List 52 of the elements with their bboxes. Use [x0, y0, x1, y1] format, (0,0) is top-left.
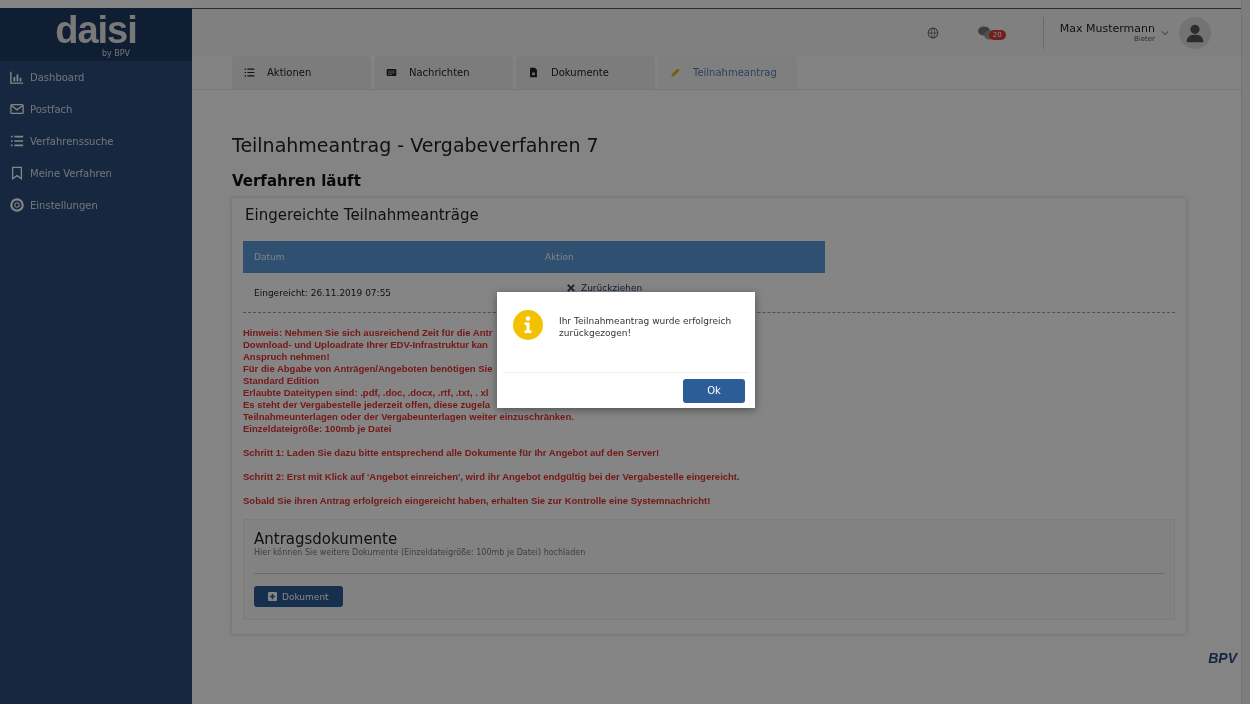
list-icon	[244, 67, 255, 78]
bookmark-icon	[10, 166, 24, 180]
notice-text: Erlaubte Dateitypen sind: .pdf, .doc, .docx, .rtf, .txt, . xl	[243, 387, 489, 399]
user-name[interactable]: Max Mustermann	[1059, 22, 1155, 35]
tab[interactable]: Aktionen	[232, 56, 371, 89]
logo-subtitle: by BPV	[101, 49, 131, 58]
notice-text: Anspruch nehmen!	[243, 351, 330, 363]
sidebar-item[interactable]: Dashboard	[0, 61, 192, 93]
caret-icon[interactable]	[1161, 29, 1169, 36]
withdraw-link[interactable]: Zurückziehen	[567, 283, 643, 293]
notice-text: Teilnahmeunterlagen oder der Vergabeunterlagen weiter einzuschränken.	[243, 411, 574, 423]
logo: daisi	[55, 11, 137, 49]
notice-text: Standard Edition	[243, 375, 319, 387]
avatar[interactable]	[1179, 16, 1211, 49]
lifebuoy-icon	[10, 198, 24, 212]
list-icon	[10, 134, 24, 148]
column-header: Datum	[253, 252, 286, 262]
notice-text: Schritt 2: Erst mit Klick auf 'Angebot einreichen', wird ihr Angebot endgültig bei der Vergabestelle eingereicht.	[243, 471, 741, 483]
tab[interactable]: Teilnahmeantrag	[658, 56, 797, 89]
notice-text: Einzeldateigröße: 100mb je Datei	[243, 423, 392, 435]
sidebar-item[interactable]: Postfach	[0, 93, 192, 125]
add-document-button[interactable]: Dokument	[254, 586, 343, 607]
close-icon	[567, 284, 575, 292]
bar-chart-icon	[10, 70, 24, 84]
status-heading: Verfahren läuft	[232, 172, 362, 190]
footer-logo: BPV	[1208, 650, 1237, 666]
ok-button[interactable]: Ok	[683, 378, 745, 403]
file-icon	[528, 67, 539, 78]
dialog-message: Ihr Teilnahmeantrag wurde erfolgreich zurückgezogen!	[559, 315, 733, 339]
scrollbar[interactable]	[1241, 0, 1250, 704]
notice-text: Sobald Sie ihren Antrag erfolgreich eingereicht haben, erhalten Sie zur Kontrolle eine Systemnachricht!	[243, 495, 712, 507]
sidebar-item[interactable]: Meine Verfahren	[0, 157, 192, 189]
sidebar-item[interactable]: Verfahrenssuche	[0, 125, 192, 157]
notice-text: Hinweis: Nehmen Sie sich ausreichend Zeit für die Antr	[243, 327, 493, 339]
globe-icon[interactable]	[926, 26, 939, 39]
plus-icon	[268, 592, 277, 601]
notice-text: Für die Abgabe von Anträgen/Angeboten benötigen Sie	[243, 363, 493, 375]
page-title: Teilnahmeantrag - Vergabeverfahren 7	[232, 134, 600, 156]
tab[interactable]: Dokumente	[516, 56, 655, 89]
card-icon	[386, 67, 397, 78]
section-title: Eingereichte Teilnahmeanträge	[245, 206, 480, 224]
table-cell-text: Eingereicht: 26.11.2019 07:55	[253, 287, 393, 298]
tab[interactable]: Nachrichten	[374, 56, 513, 89]
pencil-icon	[670, 67, 681, 78]
envelope-icon	[10, 102, 24, 116]
notice-text: Es steht der Vergabestelle jederzeit offen, diese zugela	[243, 399, 491, 411]
info-icon	[513, 310, 543, 340]
sidebar-item[interactable]: Einstellungen	[0, 189, 192, 221]
notice-text: Schritt 1: Laden Sie dazu bitte entsprechend alle Dokumente für Ihr Angebot auf den Server!	[243, 447, 661, 459]
column-header: Aktion	[544, 252, 575, 262]
notice-text: Download- und Uploadrate Ihrer EDV-Infrastruktur kan	[243, 339, 488, 351]
section-title: Antragsdokumente	[254, 530, 398, 548]
